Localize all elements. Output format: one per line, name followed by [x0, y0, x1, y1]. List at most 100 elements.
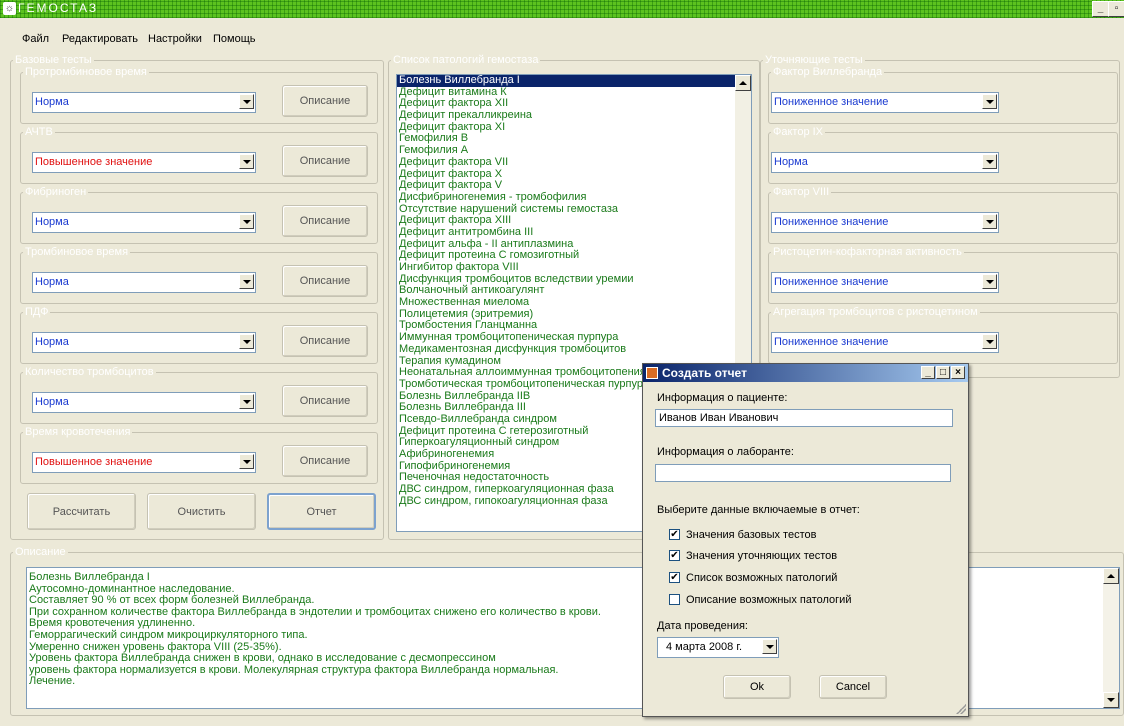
- report-data-label: Выберите данные включаемые в отчет:: [657, 504, 860, 516]
- dropdown-arrow-icon[interactable]: [982, 154, 997, 169]
- dropdown-arrow-icon[interactable]: [982, 334, 997, 349]
- app-title: ГЕМОСТАЗ: [18, 1, 99, 15]
- describe-button[interactable]: Описание: [282, 325, 368, 357]
- base-test-label: ПДФ: [25, 306, 49, 318]
- dialog-title-bar: Создать отчет _ □ ×: [643, 364, 968, 382]
- option-refine-tests-label: Значения уточняющих тестов: [686, 550, 838, 562]
- title-bar: ☼ ГЕМОСТАЗ _ ▫: [0, 0, 1124, 18]
- option-pathology-list-checkbox[interactable]: ✔: [669, 572, 680, 583]
- date-value: 4 марта 2008 г.: [666, 641, 743, 653]
- base-test-value: Норма: [35, 276, 69, 288]
- lab-info-label: Информация о лаборанте:: [657, 446, 794, 458]
- date-label: Дата проведения:: [657, 620, 748, 632]
- pathology-list-item[interactable]: Множественная миелома: [397, 296, 751, 309]
- pathology-list-item[interactable]: Дефицит прекалликреина: [397, 109, 751, 122]
- describe-button[interactable]: Описание: [282, 265, 368, 297]
- refine-test-value: Пониженное значение: [774, 216, 889, 228]
- cancel-button[interactable]: Cancel: [819, 675, 887, 699]
- calculate-button[interactable]: Рассчитать: [27, 493, 136, 530]
- base-test-label: Протромбиновое время: [25, 66, 147, 78]
- report-button[interactable]: Отчет: [267, 493, 376, 530]
- resize-grip-icon[interactable]: [956, 704, 966, 714]
- base-test-select[interactable]: Повышенное значение: [32, 152, 256, 173]
- dialog-minimize-button[interactable]: _: [921, 366, 935, 379]
- base-test-label: Время кровотечения: [25, 426, 131, 438]
- base-test-value: Повышенное значение: [35, 456, 153, 468]
- menu-edit[interactable]: Редактировать: [62, 33, 138, 45]
- describe-button[interactable]: Описание: [282, 145, 368, 177]
- dropdown-arrow-icon[interactable]: [982, 214, 997, 229]
- refine-test-select[interactable]: Пониженное значение: [771, 212, 999, 233]
- base-test-value: Норма: [35, 336, 69, 348]
- refine-test-label: Фактор IX: [773, 126, 824, 138]
- dropdown-arrow-icon[interactable]: [239, 454, 254, 469]
- pathology-list-item[interactable]: Дефицит антитромбина III: [397, 226, 751, 239]
- restore-button[interactable]: ▫: [1108, 1, 1124, 17]
- dropdown-arrow-icon[interactable]: [239, 334, 254, 349]
- refine-tests-legend: Уточняющие тесты: [765, 54, 863, 66]
- base-test-label: Фибриноген: [25, 186, 87, 198]
- option-base-tests-label: Значения базовых тестов: [686, 529, 817, 541]
- pathology-list-item[interactable]: Дефицит фактора VII: [397, 156, 751, 169]
- scroll-up-arrow-icon[interactable]: [735, 75, 751, 91]
- pathology-list-item[interactable]: Ингибитор фактора VIII: [397, 261, 751, 274]
- option-pathology-desc-label: Описание возможных патологий: [686, 594, 852, 606]
- lab-info-input[interactable]: [655, 464, 951, 482]
- describe-button[interactable]: Описание: [282, 445, 368, 477]
- base-test-select[interactable]: Норма: [32, 212, 256, 233]
- refine-test-select[interactable]: Норма: [771, 152, 999, 173]
- ok-button[interactable]: Ok: [723, 675, 791, 699]
- desc-scroll-up-icon[interactable]: [1103, 568, 1119, 584]
- dialog-maximize-button[interactable]: □: [936, 366, 950, 379]
- base-test-select[interactable]: Норма: [32, 392, 256, 413]
- dropdown-arrow-icon[interactable]: [239, 154, 254, 169]
- describe-button[interactable]: Описание: [282, 85, 368, 117]
- date-dropdown-arrow-icon[interactable]: [762, 639, 777, 654]
- description-scrollbar[interactable]: [1103, 568, 1119, 708]
- desc-scroll-down-icon[interactable]: [1103, 692, 1119, 708]
- dialog-app-icon: [646, 367, 658, 379]
- option-refine-tests-checkbox[interactable]: ✔: [669, 550, 680, 561]
- minimize-button[interactable]: _: [1092, 1, 1109, 17]
- menu-settings[interactable]: Настройки: [148, 33, 202, 45]
- menu-help[interactable]: Помощь: [213, 33, 256, 45]
- base-test-select[interactable]: Повышенное значение: [32, 452, 256, 473]
- dropdown-arrow-icon[interactable]: [239, 214, 254, 229]
- patient-info-input[interactable]: Иванов Иван Иванович: [655, 409, 953, 427]
- dropdown-arrow-icon[interactable]: [982, 94, 997, 109]
- date-picker[interactable]: 4 марта 2008 г.: [657, 637, 779, 658]
- base-test-select[interactable]: Норма: [32, 332, 256, 353]
- refine-test-select[interactable]: Пониженное значение: [771, 92, 999, 113]
- dropdown-arrow-icon[interactable]: [982, 274, 997, 289]
- refine-test-label: Агрегация тромбоцитов с ристоцетином: [773, 306, 978, 318]
- description-legend: Описание: [15, 546, 66, 558]
- pathology-list-item[interactable]: Болезнь Виллебранда I: [397, 75, 751, 87]
- base-test-label: Тромбиновое время: [25, 246, 129, 258]
- dialog-close-button[interactable]: ×: [951, 366, 965, 379]
- refine-test-label: Фактор Виллебранда: [773, 66, 883, 78]
- refine-test-select[interactable]: Пониженное значение: [771, 332, 999, 353]
- patient-info-label: Информация о пациенте:: [657, 392, 788, 404]
- pathology-list-item[interactable]: Дисфибриногенемия - тромбофилия: [397, 191, 751, 204]
- dropdown-arrow-icon[interactable]: [239, 394, 254, 409]
- option-base-tests-checkbox[interactable]: ✔: [669, 529, 680, 540]
- option-pathology-desc-checkbox[interactable]: [669, 594, 680, 605]
- refine-test-label: Ристоцетин-кофакторная активность: [773, 246, 962, 258]
- pathology-list-legend: Список патологий гемостаза: [393, 54, 539, 66]
- menu-file[interactable]: Файл: [22, 33, 49, 45]
- base-test-select[interactable]: Норма: [32, 272, 256, 293]
- dropdown-arrow-icon[interactable]: [239, 94, 254, 109]
- refine-test-value: Норма: [774, 156, 808, 168]
- pathology-list-item[interactable]: Медикаментозная дисфункция тромбоцитов: [397, 343, 751, 356]
- refine-test-value: Пониженное значение: [774, 336, 889, 348]
- describe-button[interactable]: Описание: [282, 205, 368, 237]
- app-icon: ☼: [3, 2, 16, 15]
- dropdown-arrow-icon[interactable]: [239, 274, 254, 289]
- option-pathology-list-label: Список возможных патологий: [686, 572, 838, 584]
- base-test-select[interactable]: Норма: [32, 92, 256, 113]
- base-tests-legend: Базовые тесты: [15, 54, 92, 66]
- refine-test-label: Фактор VIII: [773, 186, 830, 198]
- refine-test-select[interactable]: Пониженное значение: [771, 272, 999, 293]
- describe-button[interactable]: Описание: [282, 385, 368, 417]
- clear-button[interactable]: Очистить: [147, 493, 256, 530]
